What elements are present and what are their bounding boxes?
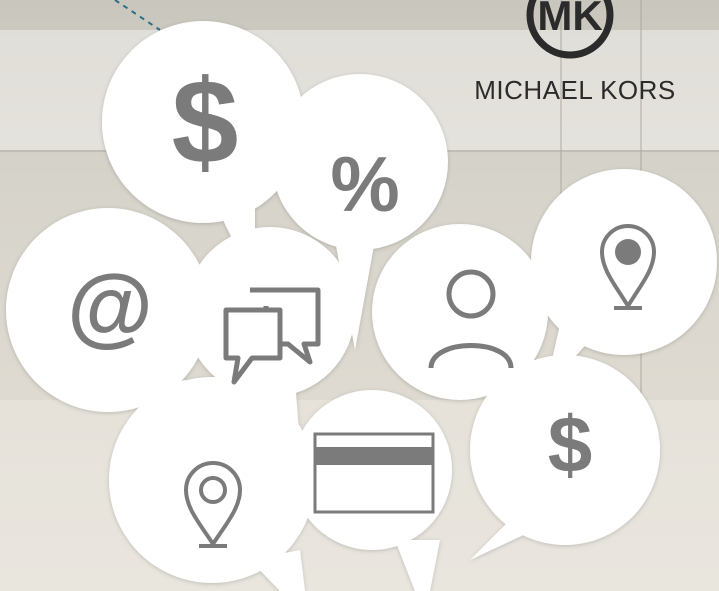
dollar-icon: $ <box>171 55 239 189</box>
chat-bubbles-icon <box>223 287 321 385</box>
dollar-icon: $ <box>547 400 593 489</box>
map-pin-filled-icon <box>599 224 657 310</box>
credit-card-icon <box>313 432 435 514</box>
person-icon <box>428 269 514 368</box>
percent-icon: % <box>330 140 400 228</box>
map-pin-outline-icon <box>183 461 243 548</box>
at-sign-icon: @ <box>67 256 153 355</box>
